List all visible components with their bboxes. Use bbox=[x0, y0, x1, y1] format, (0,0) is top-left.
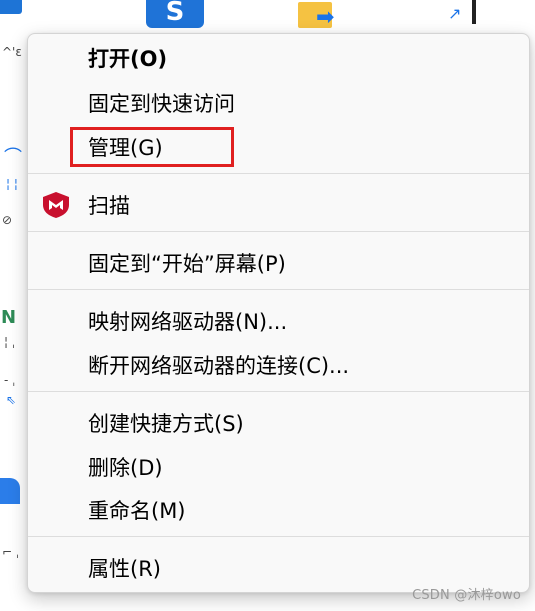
menu-item-label: 创建快捷方式(S) bbox=[88, 412, 244, 436]
desktop-label-fragment: ⌐ ˌ bbox=[2, 545, 20, 559]
watermark: CSDN @沐梓owo bbox=[412, 588, 521, 603]
menu-item-label: 重命名(M) bbox=[88, 499, 186, 523]
menu-item-properties[interactable]: 属性(R) bbox=[28, 548, 529, 588]
desktop-icon-fragment: ¦ ¦ bbox=[6, 177, 18, 191]
shortcut-arrow-icon: ➡ bbox=[316, 5, 335, 30]
desktop-label-fragment: ^'ɛ bbox=[2, 45, 22, 59]
text-document-icon[interactable]: ↗ bbox=[444, 0, 494, 30]
mcafee-shield-icon bbox=[41, 191, 71, 219]
menu-item-map-network-drive[interactable]: 映射网络驱动器(N)... bbox=[28, 301, 529, 341]
desktop-icon-partial[interactable] bbox=[0, 0, 22, 14]
desktop-label-fragment: ⊘ bbox=[2, 213, 13, 227]
menu-item-disconnect-network-drive[interactable]: 断开网络驱动器的连接(C)... bbox=[28, 345, 529, 385]
menu-item-label: 固定到快速访问 bbox=[88, 92, 235, 116]
menu-item-label: 属性(R) bbox=[88, 557, 161, 581]
menu-item-scan[interactable]: 扫描 bbox=[28, 185, 529, 225]
menu-item-label: 打开(O) bbox=[88, 47, 168, 71]
menu-separator bbox=[28, 536, 529, 537]
menu-item-label: 固定到“开始”屏幕(P) bbox=[88, 252, 286, 276]
menu-item-manage[interactable]: 管理(G) bbox=[28, 127, 529, 167]
desktop-icon-partial[interactable] bbox=[0, 478, 20, 504]
menu-separator bbox=[28, 231, 529, 232]
desktop-label-fragment: ¦ ˌ bbox=[4, 335, 16, 349]
menu-separator bbox=[28, 289, 529, 290]
menu-item-pin-start[interactable]: 固定到“开始”屏幕(P) bbox=[28, 243, 529, 283]
desktop-icon-fragment: N bbox=[1, 307, 17, 328]
menu-separator bbox=[28, 173, 529, 174]
menu-separator bbox=[28, 391, 529, 392]
menu-item-delete[interactable]: 删除(D) bbox=[28, 447, 529, 487]
desktop-app-icon[interactable]: S bbox=[146, 0, 204, 28]
desktop-icon-fragment: ⌒ bbox=[4, 147, 22, 168]
text-cursor-icon bbox=[472, 0, 476, 24]
desktop-icon-fragment: ⇖ bbox=[6, 393, 17, 407]
context-menu: 打开(O) 固定到快速访问 管理(G) 扫描 固定到“开始”屏幕(P) 映射网络… bbox=[27, 33, 530, 593]
menu-item-label: 扫描 bbox=[88, 194, 130, 218]
shortcut-arrow-icon: ↗ bbox=[448, 4, 462, 23]
menu-item-rename[interactable]: 重命名(M) bbox=[28, 490, 529, 530]
menu-item-label: 断开网络驱动器的连接(C)... bbox=[88, 354, 350, 378]
desktop-label-fragment: - ˌ bbox=[4, 373, 16, 387]
menu-item-label: 删除(D) bbox=[88, 456, 163, 480]
menu-item-label: 管理(G) bbox=[88, 136, 163, 160]
menu-item-open[interactable]: 打开(O) bbox=[28, 38, 529, 78]
menu-item-label: 映射网络驱动器(N)... bbox=[88, 310, 288, 334]
shortcut-folder-icon[interactable]: ➡ bbox=[296, 0, 354, 30]
menu-item-pin-quick-access[interactable]: 固定到快速访问 bbox=[28, 83, 529, 123]
menu-item-create-shortcut[interactable]: 创建快捷方式(S) bbox=[28, 403, 529, 443]
